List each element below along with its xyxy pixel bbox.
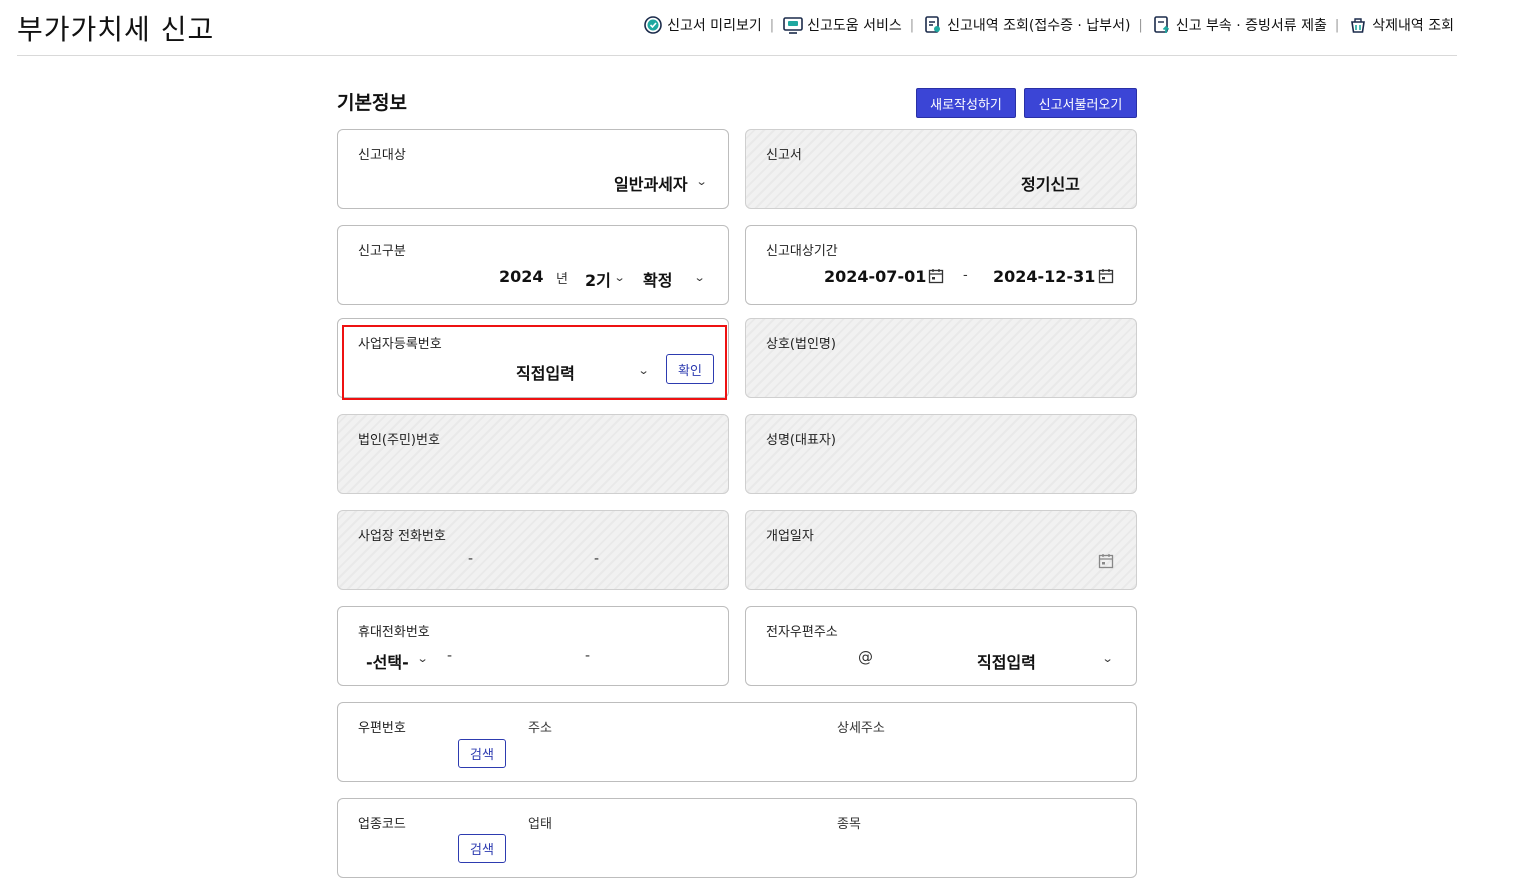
nav-history[interactable]: 신고내역 조회(접수증 · 납부서) (922, 14, 1130, 36)
nav-deleted[interactable]: 삭제내역 조회 (1347, 14, 1454, 36)
mobile-field: 휴대전화번호 -선택- ⌄ - - (337, 606, 729, 686)
field-label: 업종코드 (358, 817, 406, 832)
header-divider (17, 55, 1457, 56)
email-field: 전자우편주소 @ 직접입력 ⌄ (745, 606, 1137, 686)
mobile-dash: - (585, 648, 591, 664)
nav-separator: | (1138, 17, 1143, 33)
monitor-chat-icon (782, 14, 804, 36)
field-label: 상호(법인명) (766, 337, 836, 352)
calendar-icon (1098, 554, 1114, 569)
corp-no-field: 법인(주민)번호 (337, 414, 729, 494)
field-label: 신고대상 (358, 148, 406, 163)
rep-name-field: 성명(대표자) (745, 414, 1137, 494)
field-label: 사업장 전화번호 (358, 529, 446, 544)
address-field: 우편번호 검색 주소 상세주소 (337, 702, 1137, 782)
chevron-down-icon: ⌄ (637, 364, 650, 377)
nav-label: 신고도움 서비스 (807, 18, 902, 34)
field-label: 사업자등록번호 (358, 337, 442, 352)
chevron-down-icon: ⌄ (693, 271, 706, 284)
nav-separator: | (769, 17, 775, 33)
document-upload-icon (1151, 14, 1173, 36)
mobile-prefix-select[interactable]: -선택- (366, 649, 409, 673)
report-type-select[interactable]: 확정 (643, 267, 672, 291)
nav-label: 신고내역 조회(접수증 · 납부서) (947, 18, 1131, 34)
nav-submit-docs[interactable]: 신고 부속 · 증빙서류 제출 (1151, 14, 1327, 36)
nav-preview[interactable]: 신고서 미리보기 (642, 14, 762, 36)
period-range-field: 신고대상기간 2024-07-01 - 2024-12-31 (745, 225, 1137, 305)
field-label: 신고대상기간 (766, 244, 838, 259)
phone-dash: - (468, 551, 474, 567)
form-type-field: 신고서 정기신고 (745, 129, 1137, 209)
form-type-value: 정기신고 (1021, 175, 1080, 194)
field-label: 성명(대표자) (766, 433, 836, 448)
open-date-field: 개업일자 (745, 510, 1137, 590)
year-unit: 년 (556, 272, 568, 287)
date-separator: - (963, 268, 968, 283)
year-input[interactable]: 2024 (499, 267, 544, 286)
nav-label: 신고 부속 · 증빙서류 제출 (1175, 18, 1327, 34)
business-item-label: 종목 (837, 817, 861, 832)
nav-help[interactable]: 신고도움 서비스 (782, 14, 902, 36)
industry-field: 업종코드 검색 업태 종목 (337, 798, 1137, 878)
calendar-icon[interactable] (1098, 268, 1114, 284)
field-label: 우편번호 (358, 721, 406, 736)
mobile-dash: - (447, 648, 453, 664)
nav-separator: | (1334, 17, 1340, 33)
chevron-down-icon: ⌄ (1101, 652, 1114, 665)
trash-basket-icon (1347, 14, 1369, 36)
target-value: 일반과세자 (614, 175, 688, 194)
field-label: 신고구분 (358, 244, 406, 259)
business-type-label: 업태 (528, 817, 552, 832)
email-at: @ (858, 648, 873, 666)
period-select[interactable]: 2기 (585, 267, 611, 291)
zip-search-button[interactable]: 검색 (458, 739, 506, 768)
biz-no-select[interactable]: 직접입력 (516, 360, 575, 384)
start-date-input[interactable]: 2024-07-01 (824, 267, 926, 286)
field-label: 휴대전화번호 (358, 625, 430, 640)
company-field: 상호(법인명) (745, 318, 1137, 398)
nav-separator: | (909, 17, 915, 33)
phone-field: 사업장 전화번호 - - (337, 510, 729, 590)
nav-label: 삭제내역 조회 (1372, 18, 1454, 34)
section-title: 기본정보 (337, 92, 407, 114)
chevron-down-icon: ⌄ (416, 652, 429, 665)
document-search-icon (922, 14, 944, 36)
field-label: 법인(주민)번호 (358, 433, 440, 448)
end-date-input[interactable]: 2024-12-31 (993, 267, 1095, 286)
detail-address-label: 상세주소 (837, 721, 885, 736)
check-circle-icon (642, 14, 664, 36)
phone-dash: - (594, 551, 600, 567)
nav-label: 신고서 미리보기 (667, 18, 762, 34)
field-label: 개업일자 (766, 529, 814, 544)
page-title: 부가가치세 신고 (17, 13, 215, 46)
field-label: 전자우편주소 (766, 625, 838, 640)
biz-no-field: 사업자등록번호 직접입력 ⌄ 확인 (337, 318, 729, 398)
new-form-button[interactable]: 새로작성하기 (916, 88, 1016, 118)
chevron-down-icon: ⌄ (695, 175, 708, 188)
industry-search-button[interactable]: 검색 (458, 834, 506, 863)
load-form-button[interactable]: 신고서불러오기 (1024, 88, 1137, 118)
confirm-button[interactable]: 확인 (666, 354, 714, 384)
target-select[interactable]: 신고대상 일반과세자 ⌄ (337, 129, 729, 209)
field-label: 신고서 (766, 148, 802, 163)
calendar-icon[interactable] (928, 268, 944, 284)
chevron-down-icon: ⌄ (613, 271, 626, 284)
category-field: 신고구분 2024 년 2기 ⌄ 확정 ⌄ (337, 225, 729, 305)
top-nav: 신고서 미리보기 | 신고도움 서비스 | 신고내역 조회(접수증 · 납부서)… (642, 14, 1454, 36)
address-label: 주소 (528, 721, 552, 736)
email-domain-select[interactable]: 직접입력 (977, 649, 1036, 673)
